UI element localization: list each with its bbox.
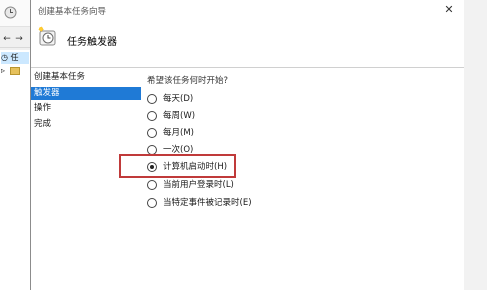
folder-icon [9,66,20,75]
option-daily[interactable]: 每天(D) [147,92,193,106]
wizard-window-title: 创建基本任务向导 [38,7,107,17]
tree-item-library[interactable]: ▹ [1,65,29,77]
close-button[interactable]: ✕ [442,3,456,17]
radio-user-logon[interactable] [147,180,157,190]
back-arrow-icon[interactable]: ← [2,34,12,44]
trigger-options-panel: 希望该任务何时开始? 每天(D) 每周(W) 每月(M) 一次(O) 计算机启动… [144,68,462,290]
trigger-question: 希望该任务何时开始? [147,76,229,86]
radio-weekly[interactable] [147,111,157,121]
expand-icon[interactable]: ▹ [1,66,5,75]
tree-item-task-scheduler[interactable]: ◷ 任 [1,52,29,64]
option-event-logged[interactable]: 当特定事件被记录时(E) [147,196,252,210]
wizard-title-bar: 创建基本任务向导 ✕ [31,0,464,20]
option-weekly[interactable]: 每周(W) [147,109,195,123]
wizard-page-title: 任务触发器 [67,37,117,48]
clock-icon: ◷ [1,53,8,62]
wizard-steps-panel: 创建基本任务 触发器 操作 完成 [31,68,141,290]
create-basic-task-wizard: 创建基本任务向导 ✕ 任务触发器 创建基本任务 触发器 操作 完成 希望该任务何… [30,0,465,290]
task-clock-icon [38,26,56,46]
background-right-area [464,0,487,290]
radio-monthly[interactable] [147,128,157,138]
radio-computer-startup[interactable] [147,162,157,172]
step-create-basic-task[interactable]: 创建基本任务 [31,71,141,84]
option-user-logon[interactable]: 当前用户登录时(L) [147,178,234,192]
step-finish[interactable]: 完成 [31,118,141,131]
step-action[interactable]: 操作 [31,102,141,115]
forward-arrow-icon[interactable]: → [14,34,24,44]
radio-event-logged[interactable] [147,198,157,208]
parent-window: ← → ◷ 任 ▹ [0,0,31,290]
option-computer-startup[interactable]: 计算机启动时(H) [147,160,227,174]
option-monthly[interactable]: 每月(M) [147,126,194,140]
wizard-header: 任务触发器 [31,20,464,68]
radio-daily[interactable] [147,94,157,104]
step-trigger[interactable]: 触发器 [31,87,141,100]
radio-once[interactable] [147,145,157,155]
task-scheduler-app-icon [4,6,17,19]
parent-tree-pane: ◷ 任 ▹ [0,50,31,290]
option-once[interactable]: 一次(O) [147,143,193,157]
parent-title-bar [0,0,30,27]
